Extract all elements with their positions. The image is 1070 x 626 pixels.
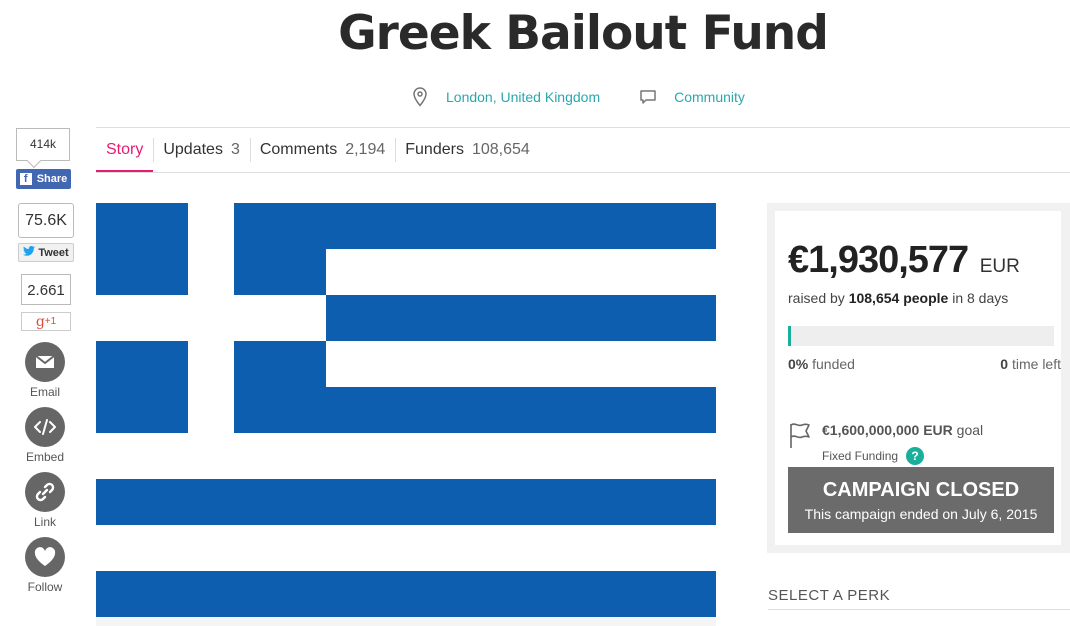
amount-raised: €1,930,577 EUR bbox=[788, 239, 1020, 282]
speech-bubble-icon bbox=[638, 86, 658, 108]
g-icon: g bbox=[35, 313, 45, 330]
gplus-label: +1 bbox=[44, 316, 57, 327]
email-label: Email bbox=[29, 385, 60, 399]
code-icon bbox=[25, 407, 65, 447]
time-left-stat: 0 time left bbox=[1000, 356, 1061, 372]
map-pin-icon bbox=[410, 86, 430, 108]
link-label: Link bbox=[33, 515, 56, 529]
facebook-share-count: 414k bbox=[16, 128, 70, 161]
raised-by-text: raised by 108,654 people in 8 days bbox=[788, 290, 1008, 306]
tweet-count: 75.6K bbox=[18, 203, 74, 238]
flag-goal-icon bbox=[788, 421, 812, 454]
gplus-button[interactable]: g +1 bbox=[21, 312, 71, 331]
funder-count: 108,654 people bbox=[848, 290, 949, 306]
twitter-bird-icon bbox=[23, 245, 36, 259]
follow-action[interactable]: Follow bbox=[14, 537, 76, 594]
funding-type: Fixed Funding ? bbox=[822, 447, 925, 465]
tab-count: 3 bbox=[230, 141, 240, 158]
campaign-title: Greek Bailout Fund bbox=[338, 6, 829, 61]
tweet-label: Tweet bbox=[38, 246, 69, 259]
tab-count: 2,194 bbox=[345, 141, 386, 158]
campaign-tabs: Story Updates 3 Comments 2,194 Funders 1… bbox=[96, 128, 540, 173]
select-perk-heading: SELECT A PERK bbox=[768, 587, 891, 604]
tab-funders[interactable]: Funders 108,654 bbox=[395, 128, 540, 172]
greek-flag-image bbox=[96, 203, 716, 617]
gplus-count: 2.661 bbox=[21, 274, 71, 305]
tabs-divider bbox=[96, 172, 1070, 173]
funded-stat: 0% funded bbox=[788, 356, 855, 372]
closed-subtitle: This campaign ended on July 6, 2015 bbox=[804, 506, 1038, 522]
tab-label: Comments bbox=[259, 141, 338, 158]
raised-duration: in 8 days bbox=[952, 290, 1009, 306]
progress-bar bbox=[788, 326, 1054, 346]
time-left-label: time left bbox=[1011, 356, 1061, 372]
tab-label: Funders bbox=[405, 141, 464, 158]
tab-label: Updates bbox=[163, 141, 223, 158]
funding-card: €1,930,577 EUR raised by 108,654 people … bbox=[775, 211, 1061, 545]
campaign-meta: London, United Kingdom Community bbox=[410, 86, 745, 108]
goal-label: goal bbox=[956, 422, 984, 438]
follow-label: Follow bbox=[27, 580, 63, 594]
amount-currency: EUR bbox=[979, 256, 1020, 277]
time-left-value: 0 bbox=[1000, 356, 1009, 372]
raised-prefix: raised by bbox=[788, 290, 845, 306]
tweet-button[interactable]: Tweet bbox=[18, 243, 74, 262]
image-frame bbox=[96, 617, 716, 626]
funded-percent: 0% bbox=[788, 356, 809, 372]
social-rail: 414k f Share 75.6K Tweet 2.661 g +1 Emai… bbox=[14, 128, 76, 594]
location-link[interactable]: London, United Kingdom bbox=[446, 89, 600, 105]
goal-amount: €1,600,000,000 EUR bbox=[822, 422, 953, 438]
funding-type-label: Fixed Funding bbox=[822, 449, 899, 463]
goal-stat: €1,600,000,000 EUR goal bbox=[822, 422, 983, 438]
envelope-icon bbox=[25, 342, 65, 382]
facebook-share-button[interactable]: f Share bbox=[16, 169, 71, 189]
facebook-share-label: Share bbox=[36, 173, 68, 185]
funded-label: funded bbox=[812, 356, 855, 372]
email-action[interactable]: Email bbox=[14, 342, 76, 399]
link-icon bbox=[25, 472, 65, 512]
amount-value: €1,930,577 bbox=[788, 239, 969, 281]
help-icon[interactable]: ? bbox=[906, 447, 925, 465]
embed-action[interactable]: Embed bbox=[14, 407, 76, 464]
link-action[interactable]: Link bbox=[14, 472, 76, 529]
closed-title: CAMPAIGN CLOSED bbox=[822, 479, 1020, 501]
category-link[interactable]: Community bbox=[674, 89, 745, 105]
campaign-panel: €1,930,577 EUR raised by 108,654 people … bbox=[767, 203, 1070, 553]
tab-updates[interactable]: Updates 3 bbox=[153, 128, 250, 172]
perk-divider bbox=[768, 609, 1070, 610]
campaign-closed-banner: CAMPAIGN CLOSED This campaign ended on J… bbox=[788, 467, 1054, 533]
progress-fill bbox=[788, 326, 791, 346]
embed-label: Embed bbox=[25, 450, 65, 464]
tab-label: Story bbox=[106, 141, 144, 158]
facebook-icon: f bbox=[19, 173, 32, 185]
tab-comments[interactable]: Comments 2,194 bbox=[249, 128, 395, 172]
heart-icon bbox=[25, 537, 65, 577]
tab-story[interactable]: Story bbox=[96, 128, 154, 173]
tab-count: 108,654 bbox=[471, 141, 530, 158]
